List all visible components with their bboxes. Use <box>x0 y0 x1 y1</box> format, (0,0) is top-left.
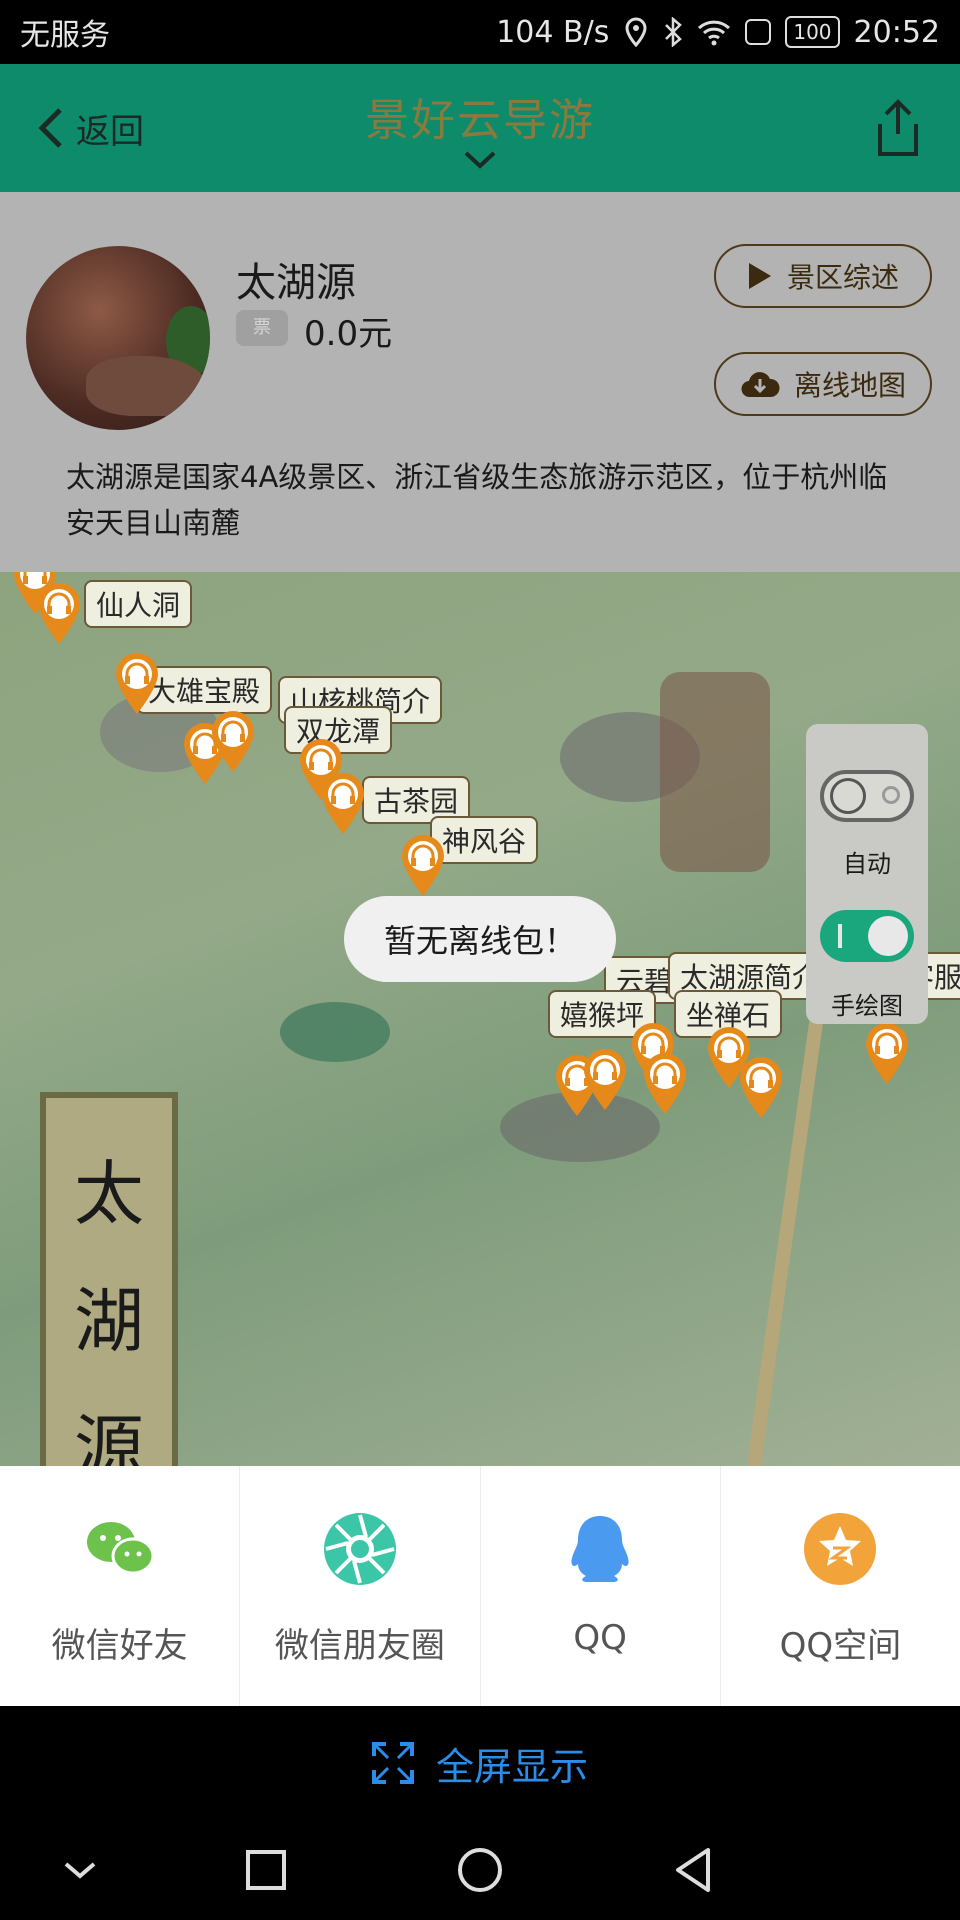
fullscreen-button[interactable]: 全屏显示 <box>0 1706 960 1820</box>
home-circle-icon[interactable] <box>454 1844 506 1896</box>
status-right: 104 B/s 100 20:52 <box>496 15 940 50</box>
audio-pin-icon[interactable] <box>34 582 84 646</box>
chevron-down-icon[interactable] <box>54 1844 106 1896</box>
auto-label: 自动 <box>843 850 891 878</box>
network-speed: 104 B/s <box>496 14 610 50</box>
audio-pin-icon[interactable] <box>112 652 162 716</box>
spot-name: 太湖源 <box>236 260 356 306</box>
spot-description: 太湖源是国家4A级景区、浙江省级生态旅游示范区，位于杭州临安天目山南麓 <box>66 460 888 540</box>
clock: 20:52 <box>853 14 940 50</box>
toggle-on-indicator <box>838 924 842 948</box>
play-icon <box>748 263 771 289</box>
toast-message: 暂无离线包！ <box>344 896 616 982</box>
share-label: QQ <box>573 1618 627 1658</box>
auto-toggle[interactable] <box>820 770 914 822</box>
expand-icon <box>371 1742 414 1784</box>
audio-pin-icon[interactable] <box>318 772 368 836</box>
share-label: 微信朋友圈 <box>274 1626 445 1666</box>
spot-info-panel: 太湖源 票 0.0元 景区综述 离线地图 太湖源是国家4A级景区、浙江省级生态旅… <box>0 192 960 572</box>
audio-pin-icon[interactable] <box>862 1022 912 1086</box>
toggle-knob <box>868 916 908 956</box>
system-nav-bar <box>0 1820 960 1920</box>
share-icon[interactable] <box>872 98 924 158</box>
toggle-knob <box>830 778 866 814</box>
qzone-icon <box>804 1513 877 1585</box>
audio-pin-icon[interactable] <box>580 1048 630 1112</box>
map-controls-panel: 自动 手绘图 <box>806 724 928 1024</box>
wechat-icon <box>86 1522 155 1575</box>
share-wechat-friend[interactable]: 微信好友 <box>0 1466 241 1706</box>
location-icon <box>625 17 647 47</box>
overview-button[interactable]: 景区综述 <box>714 244 932 308</box>
poi-label-xianren-dong[interactable]: 仙人洞 <box>84 580 193 628</box>
audio-pin-icon[interactable] <box>398 834 448 898</box>
map-hill <box>660 672 770 872</box>
overview-label: 景区综述 <box>786 261 899 294</box>
fullscreen-label: 全屏显示 <box>435 1744 588 1789</box>
audio-pin-icon[interactable] <box>208 710 258 774</box>
share-qq[interactable]: QQ <box>481 1466 721 1706</box>
chevron-down-icon[interactable] <box>463 150 497 170</box>
spot-price: 0.0元 <box>304 314 393 354</box>
sim-alert-icon <box>745 19 772 45</box>
share-label: QQ空间 <box>779 1626 902 1666</box>
qq-icon <box>571 1516 629 1582</box>
share-sheet: 微信好友 微信朋友圈 QQ QQ空间 <box>0 1466 960 1706</box>
bluetooth-icon <box>665 17 683 47</box>
offline-map-button[interactable]: 离线地图 <box>714 352 932 416</box>
carrier-text: 无服务 <box>20 18 110 53</box>
banner-char: 湖 <box>74 1280 144 1362</box>
share-qzone[interactable]: QQ空间 <box>721 1466 960 1706</box>
back-triangle-icon[interactable] <box>668 1844 720 1896</box>
offline-map-label: 离线地图 <box>793 369 906 402</box>
moments-icon <box>323 1513 396 1585</box>
hand-drawn-label: 手绘图 <box>831 992 903 1020</box>
scenic-banner: 太 湖 源 <box>40 1092 178 1466</box>
share-wechat-moments[interactable]: 微信朋友圈 <box>240 1466 481 1706</box>
spot-thumbnail[interactable] <box>26 246 210 430</box>
thumbnail-rock <box>86 356 206 416</box>
audio-pin-icon[interactable] <box>640 1052 690 1116</box>
app-header: 返回 景好云导游 <box>0 64 960 192</box>
status-bar: 无服务 104 B/s 100 20:52 <box>0 0 960 64</box>
battery-icon: 100 <box>785 16 840 48</box>
audio-pin-icon[interactable] <box>736 1056 786 1120</box>
map-hill <box>280 1002 390 1062</box>
ticket-icon: 票 <box>236 310 288 346</box>
banner-char: 源 <box>74 1407 144 1466</box>
share-label: 微信好友 <box>51 1626 188 1666</box>
recents-square-icon[interactable] <box>240 1844 292 1896</box>
cloud-download-icon <box>741 372 780 398</box>
hand-drawn-map[interactable]: 太 湖 源 仙人洞 大雄宝殿 山核桃简介 双龙潭 古茶园 神风谷 云碧 太湖源简… <box>0 572 960 1466</box>
banner-char: 太 <box>74 1153 144 1235</box>
toggle-off-indicator <box>882 786 900 804</box>
page-title[interactable]: 景好云导游 <box>0 84 960 148</box>
wifi-icon <box>698 20 731 46</box>
hand-drawn-toggle[interactable] <box>820 910 914 962</box>
